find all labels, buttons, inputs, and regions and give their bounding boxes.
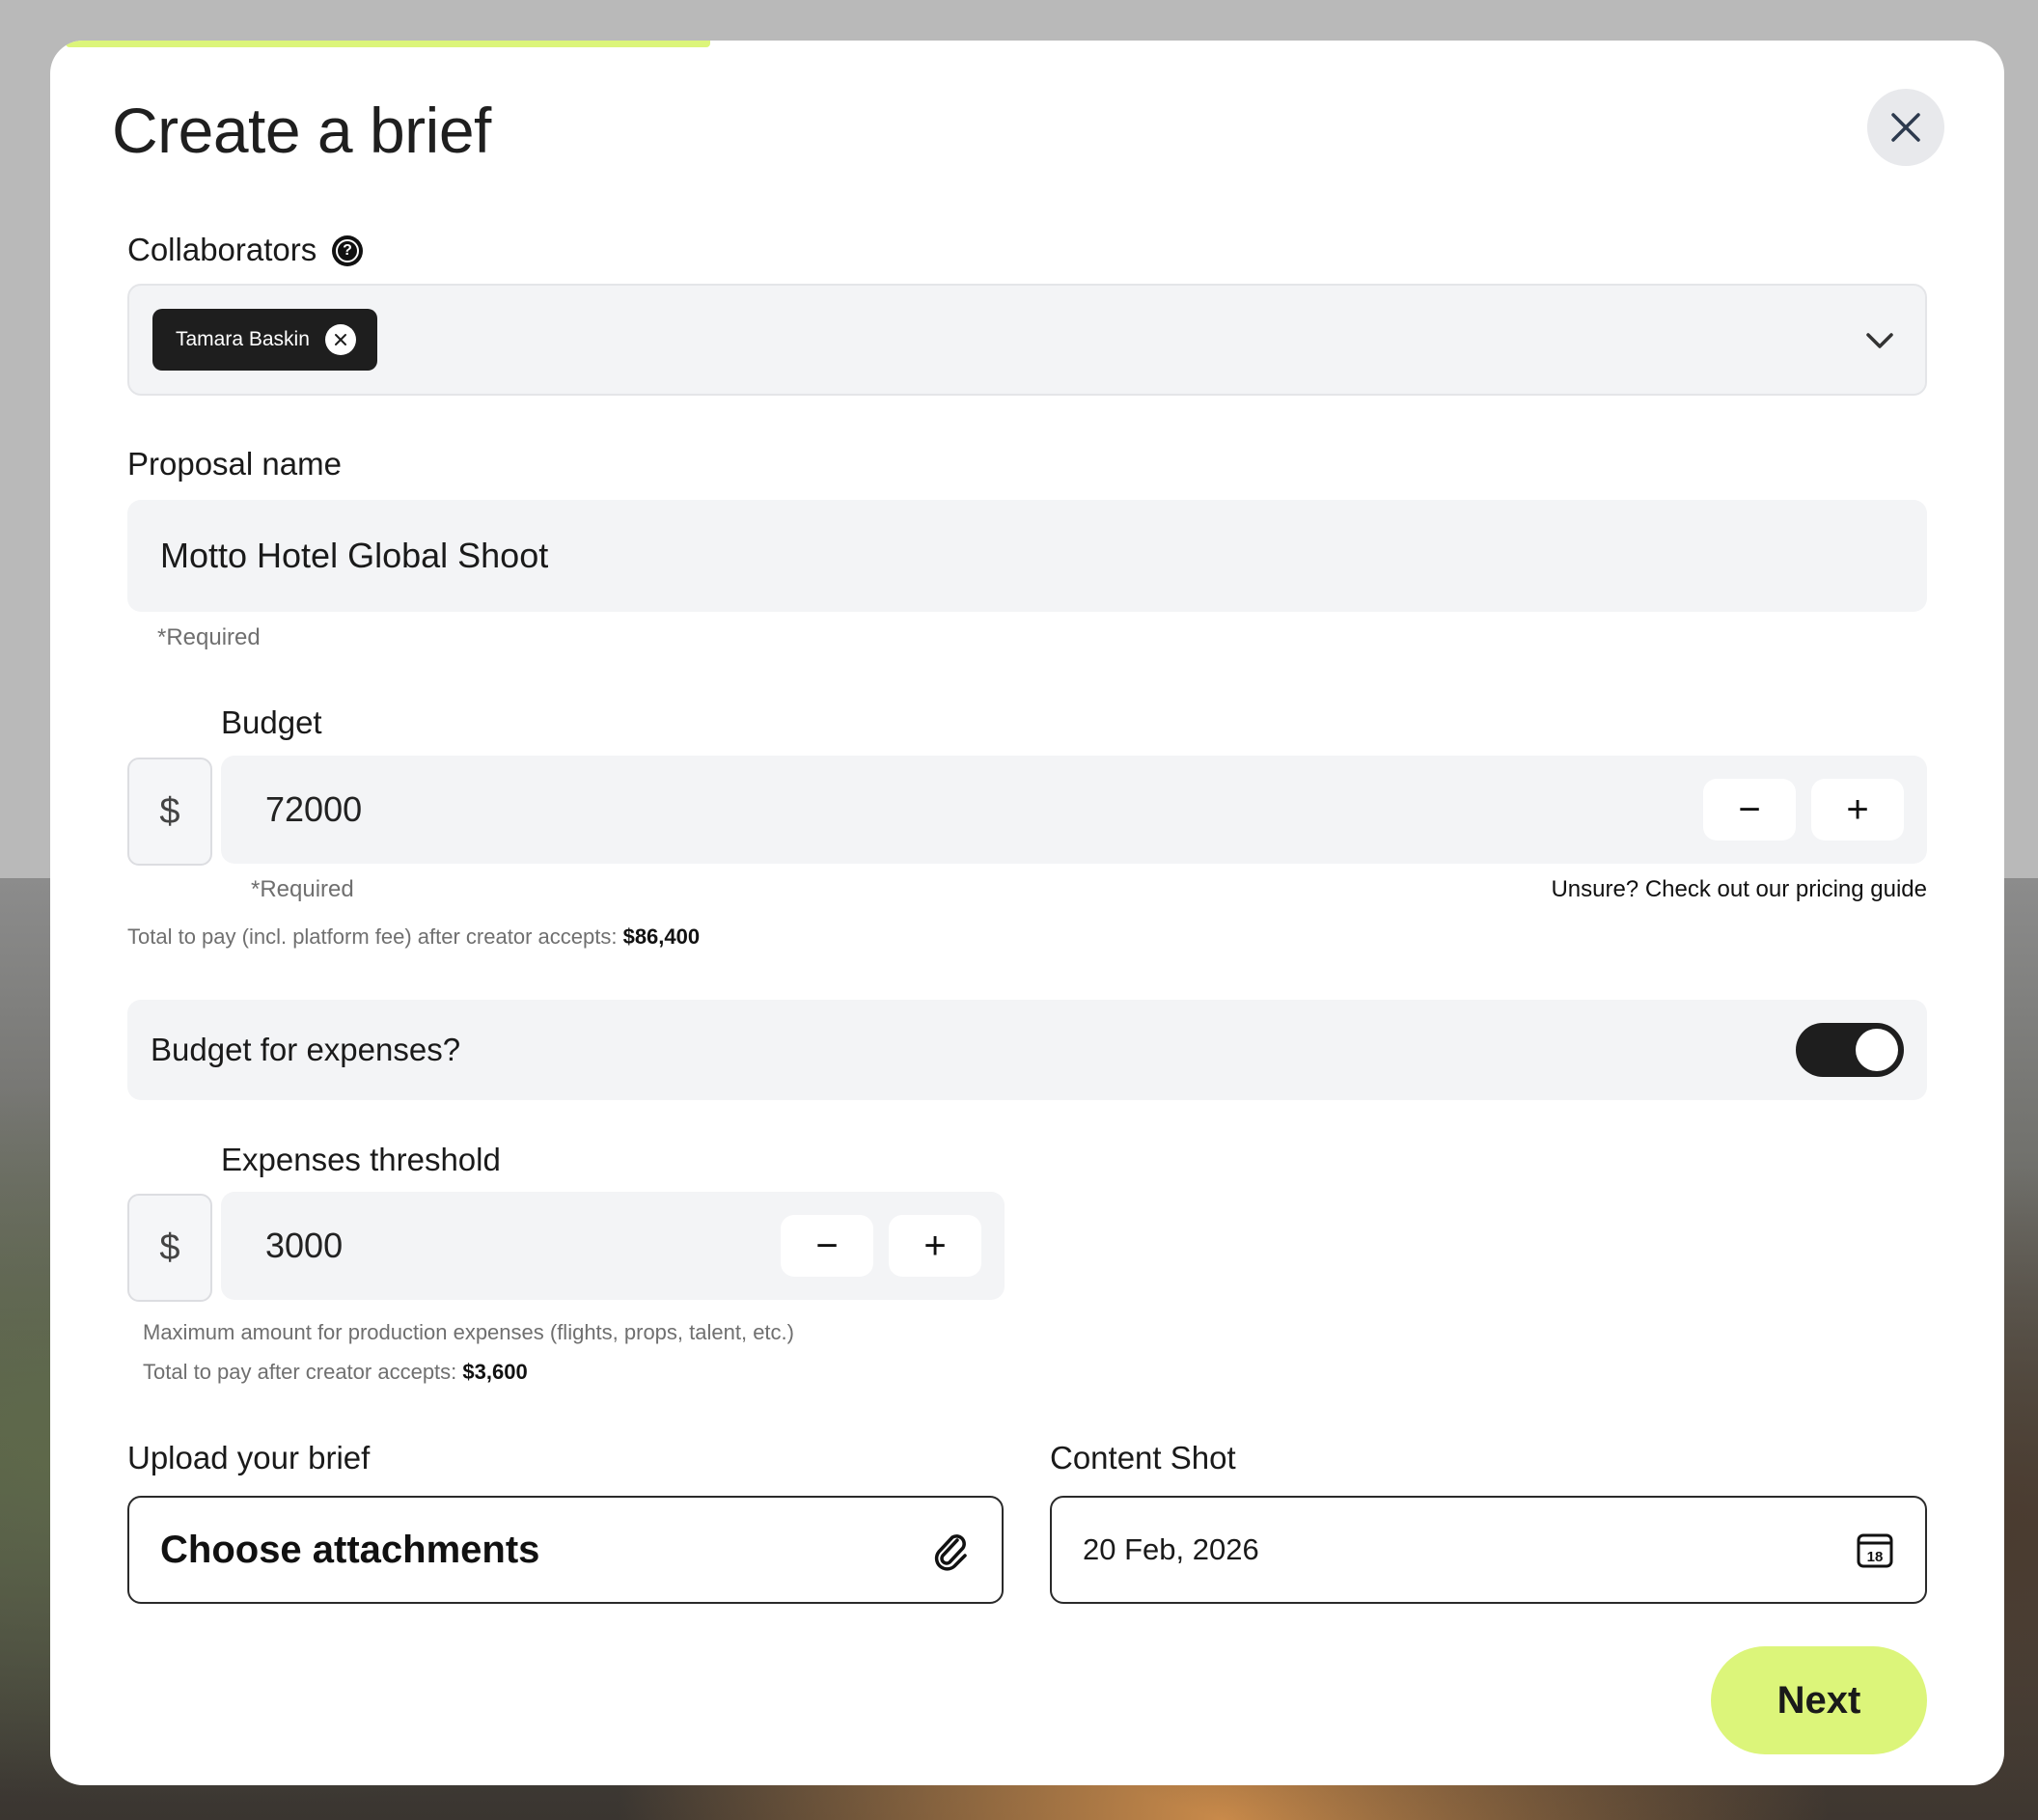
calendar-icon[interactable]: 18 — [1856, 1530, 1894, 1569]
collaborators-select[interactable]: Tamara Baskin — [127, 284, 1927, 396]
calendar-day-number: 18 — [1867, 1549, 1884, 1565]
close-icon — [1891, 113, 1920, 142]
expenses-toggle-switch[interactable] — [1796, 1023, 1904, 1077]
budget-increment-button[interactable]: + — [1811, 779, 1904, 841]
close-icon — [334, 334, 346, 345]
budget-value: 72000 — [265, 789, 363, 829]
budget-label: Budget — [221, 704, 322, 740]
modal-title: Create a brief — [112, 95, 491, 166]
expenses-increment-button[interactable]: + — [889, 1215, 981, 1277]
pricing-guide-link[interactable]: Unsure? Check out our pricing guide — [1551, 876, 1927, 903]
expenses-toggle-row: Budget for expenses? — [127, 1000, 1927, 1100]
collaborator-chip-label: Tamara Baskin — [176, 328, 310, 350]
content-shot-label: Content Shot — [1050, 1440, 1236, 1475]
proposal-name-required: *Required — [157, 624, 261, 650]
expenses-total: Total to pay after creator accepts: $3,6… — [143, 1360, 528, 1385]
content-shot-date-input[interactable]: 20 Feb, 2026 18 — [1050, 1496, 1927, 1604]
budget-required: *Required — [251, 876, 354, 902]
expenses-currency-prefix: $ — [127, 1194, 212, 1302]
toggle-knob — [1856, 1029, 1898, 1071]
budget-currency-prefix: $ — [127, 758, 212, 866]
expenses-helper-text: Maximum amount for production expenses (… — [143, 1320, 794, 1344]
expenses-total-value: $3,600 — [462, 1360, 528, 1384]
paperclip-icon — [934, 1534, 967, 1571]
expenses-decrement-button[interactable]: − — [781, 1215, 873, 1277]
budget-total-value: $86,400 — [622, 924, 701, 949]
proposal-name-input[interactable]: Motto Hotel Global Shoot — [127, 500, 1927, 612]
expenses-threshold-value: 3000 — [265, 1226, 344, 1265]
budget-decrement-button[interactable]: − — [1703, 779, 1796, 841]
expenses-toggle-label: Budget for expenses? — [151, 1032, 461, 1067]
expenses-total-text: Total to pay after creator accepts: — [143, 1360, 457, 1384]
progress-track — [50, 41, 2004, 48]
expenses-threshold-label: Expenses threshold — [221, 1142, 501, 1177]
close-button[interactable] — [1867, 89, 1944, 166]
progress-bar-fill — [66, 41, 711, 47]
create-brief-modal: Create a brief Collaborators ? Tamara Ba… — [50, 41, 2004, 1785]
remove-chip-button[interactable] — [324, 324, 356, 355]
next-button[interactable]: Next — [1711, 1646, 1927, 1754]
expenses-threshold-input[interactable]: 3000 − + — [221, 1192, 1005, 1300]
chevron-down-icon[interactable] — [1863, 324, 1896, 357]
collaborator-chip: Tamara Baskin — [152, 309, 377, 371]
choose-attachments-button[interactable]: Choose attachments — [127, 1496, 1004, 1604]
question-circle-icon[interactable]: ? — [332, 235, 363, 266]
proposal-name-label: Proposal name — [127, 446, 342, 482]
content-shot-date-value: 20 Feb, 2026 — [1083, 1532, 1259, 1566]
collaborators-label: Collaborators — [127, 232, 317, 267]
budget-input[interactable]: 72000 − + — [221, 756, 1927, 864]
budget-total-text: Total to pay (incl. platform fee) after … — [127, 924, 618, 949]
budget-total: Total to pay (incl. platform fee) after … — [127, 924, 700, 950]
choose-attachments-label: Choose attachments — [160, 1529, 540, 1571]
upload-brief-label: Upload your brief — [127, 1440, 371, 1475]
